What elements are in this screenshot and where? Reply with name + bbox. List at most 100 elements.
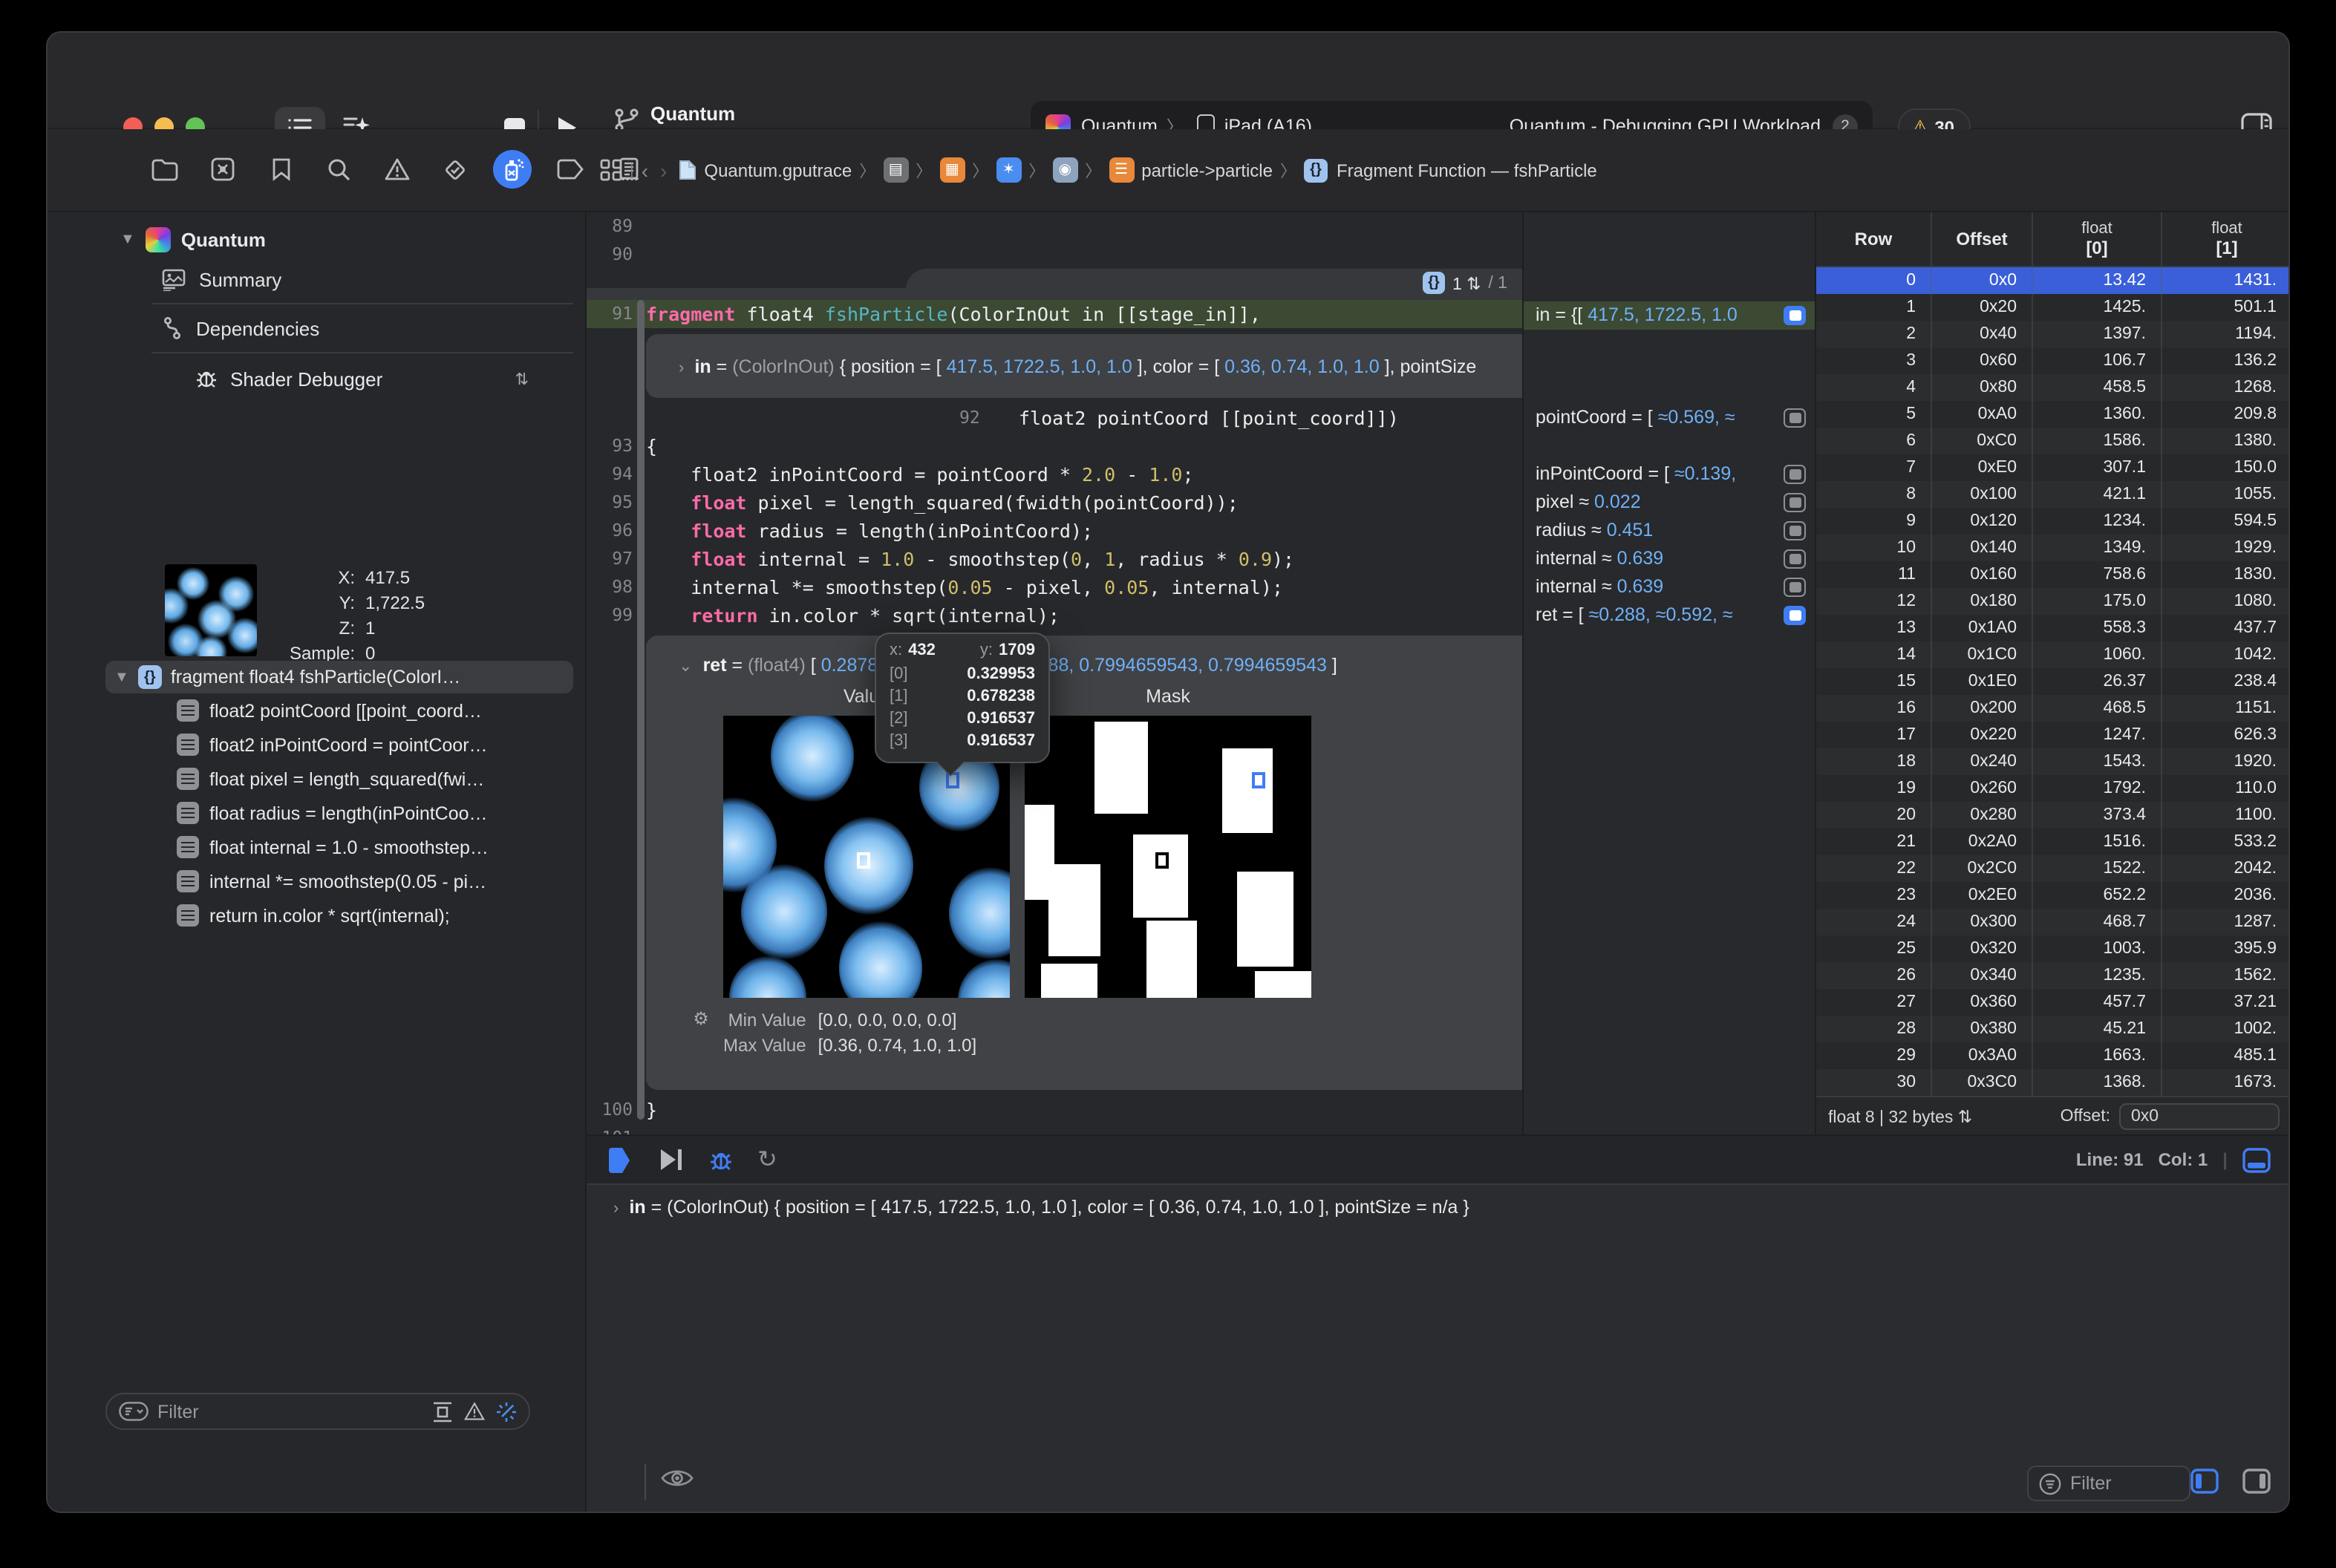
buffer-table-row[interactable]: 80x100421.11055. (1816, 481, 2290, 508)
buffer-table-row[interactable]: 270x360457.737.21 (1816, 989, 2290, 1016)
buffer-table-row[interactable]: 250x3201003.395.9 (1816, 935, 2290, 962)
debug-console[interactable]: › in = (ColorInOut) { position = [ 417.5… (587, 1185, 2290, 1513)
buffer-table-row[interactable]: 200x280373.41100. (1816, 802, 2290, 829)
buffer-table-row[interactable]: 70xE0307.1150.0 (1816, 454, 2290, 481)
tab-tags[interactable] (551, 150, 590, 189)
tree-item-function[interactable]: ▼ {} fragment float4 fshParticle(ColorI… (105, 661, 573, 693)
mask-preview-image[interactable] (1025, 716, 1311, 998)
code-line[interactable]: 97 float internal = 1.0 - smoothstep(0, … (587, 545, 1522, 573)
code-line[interactable]: 90 (587, 241, 1522, 269)
buffer-table-row[interactable]: 100x1401349.1929. (1816, 535, 2290, 561)
code-line[interactable]: 93{ (587, 432, 1522, 460)
line-number[interactable]: 92 (587, 404, 633, 432)
variable-row[interactable]: inPointCoord = [ ≈0.139, (1524, 460, 1815, 489)
column-header-float1[interactable]: float[1] (2162, 212, 2290, 266)
code-line[interactable]: 89 (587, 212, 1522, 241)
line-number[interactable]: 100 (587, 1096, 633, 1124)
tab-find[interactable] (319, 150, 358, 189)
buffer-table-row[interactable]: 130x1A0558.3437.7 (1816, 615, 2290, 641)
related-items-icon[interactable] (600, 159, 622, 181)
breadcrumb-file[interactable]: Quantum.gputrace (704, 160, 852, 180)
breakpoints-toggle-button[interactable] (607, 1147, 631, 1172)
variable-row[interactable]: radius ≈ 0.451 (1524, 517, 1815, 545)
line-number[interactable]: 89 (587, 212, 633, 241)
disclosure-chevron-icon[interactable]: ▼ (120, 232, 135, 248)
breadcrumb-function[interactable]: Fragment Function — fshParticle (1337, 160, 1597, 180)
variable-preview-toggle-icon[interactable] (1784, 521, 1806, 540)
mask-pixel-marker-selected[interactable] (1252, 772, 1265, 788)
variable-row[interactable]: pixel ≈ 0.022 (1524, 489, 1815, 517)
line-number[interactable]: 97 (587, 545, 633, 573)
buffer-table-row[interactable]: 180x2401543.1920. (1816, 748, 2290, 775)
buffer-table-row[interactable]: 300x3C01368.1673. (1816, 1069, 2290, 1096)
command-buffer-icon[interactable]: ✶ (996, 157, 1021, 183)
tree-item-statement[interactable]: return in.color * sqrt(internal); (48, 898, 585, 932)
buffer-table-row[interactable]: 10x201425.501.1 (1816, 294, 2290, 321)
forward-button[interactable]: › (660, 158, 667, 182)
variable-row[interactable]: internal ≈ 0.639 (1524, 573, 1815, 601)
line-number[interactable]: 94 (587, 460, 633, 489)
buffer-table-row[interactable]: 20x401397.1194. (1816, 321, 2290, 347)
sidebar-item-summary[interactable]: Summary (48, 258, 585, 301)
console-filter-field[interactable]: Filter (2027, 1466, 2190, 1501)
tree-item-statement[interactable]: float pixel = length_squared(fwi… (48, 762, 585, 796)
encoder-group-icon[interactable]: ◉ (1052, 157, 1077, 183)
code-line[interactable]: 98 internal *= smoothstep(0.05 - pixel, … (587, 573, 1522, 601)
iteration-current[interactable]: 1 ⇅ (1452, 272, 1481, 293)
tab-tests[interactable] (435, 150, 474, 189)
sidebar-item-dependencies[interactable]: Dependencies (48, 306, 585, 350)
line-number[interactable]: 90 (587, 241, 633, 269)
variable-preview-toggle-icon[interactable] (1784, 306, 1806, 325)
line-number[interactable]: 98 (587, 573, 633, 601)
debug-thumbnail[interactable] (165, 564, 257, 656)
tree-item-statement[interactable]: float internal = 1.0 - smoothstep… (48, 830, 585, 864)
code-line[interactable]: 92float2 pointCoord [[point_coord]]) (587, 404, 1522, 432)
breadcrumb-encoder[interactable]: particle->particle (1141, 160, 1273, 180)
variable-row[interactable]: ret = [ ≈0.288, ≈0.592, ≈ (1524, 601, 1815, 630)
return-value-row[interactable]: ⌄ ret = (float4) [ 0.2878077435, 0.59160… (679, 650, 1522, 680)
shader-debugger-selector[interactable]: Shader Debugger ⇅ (48, 355, 585, 399)
inline-variable-in[interactable]: › in = (ColorInOut) { position = [ 417.5… (646, 334, 1522, 398)
tab-gpu-navigator[interactable] (203, 150, 242, 189)
navigator-filter-field[interactable]: Filter (105, 1393, 530, 1430)
code-line[interactable]: 95 float pixel = length_squared(fwidth(p… (587, 489, 1522, 517)
buffer-table-row[interactable]: 280x38045.211002. (1816, 1016, 2290, 1042)
variable-row[interactable]: internal ≈ 0.639 (1524, 545, 1815, 573)
variable-row[interactable]: in = {[ 417.5, 1722.5, 1.0 (1524, 301, 1815, 330)
code-line[interactable]: 101 (587, 1124, 1522, 1134)
line-number[interactable]: 99 (587, 601, 633, 630)
tab-issues[interactable] (377, 150, 416, 189)
source-editor[interactable]: 8990 {} 1 ⇅ / 1 91fragment float4 fshPar… (587, 212, 1522, 1134)
line-number[interactable]: 95 (587, 489, 633, 517)
warning-filter-icon[interactable] (463, 1402, 486, 1421)
buffer-offset-input[interactable]: 0x0 (2119, 1102, 2280, 1129)
buffer-table-row[interactable]: 00x013.421431. (1816, 267, 2290, 294)
line-number[interactable]: 91 (587, 300, 633, 328)
buffer-table-row[interactable]: 140x1C01060.1042. (1816, 641, 2290, 668)
column-header-float0[interactable]: float[0] (2033, 212, 2162, 266)
back-button[interactable]: ‹ (642, 158, 648, 182)
line-number[interactable]: 101 (587, 1124, 633, 1134)
mask-pixel-marker[interactable] (1155, 852, 1169, 869)
chevron-up-down-icon[interactable]: ⇅ (515, 369, 529, 388)
tab-project-navigator[interactable] (146, 150, 184, 189)
sidebar-project-row[interactable]: ▼ Quantum (48, 212, 585, 258)
draw-call-icon[interactable]: ☰ (1109, 157, 1134, 183)
buffer-table-row[interactable]: 240x300468.71287. (1816, 909, 2290, 935)
debug-shader-button[interactable] (708, 1147, 734, 1172)
continue-button[interactable] (658, 1148, 685, 1172)
tree-item-statement[interactable]: float2 inPointCoord = pointCoor… (48, 728, 585, 762)
line-number[interactable]: 96 (587, 517, 633, 545)
code-line[interactable]: 100} (587, 1096, 1522, 1124)
buffer-table-row[interactable]: 190x2601792.110.0 (1816, 775, 2290, 802)
buffer-table-row[interactable]: 120x180175.01080. (1816, 588, 2290, 615)
code-line[interactable]: 96 float radius = length(inPointCoord); (587, 517, 1522, 545)
buffer-table-row[interactable]: 50xA01360.209.8 (1816, 401, 2290, 428)
disclosure-chevron-icon[interactable]: ▼ (114, 669, 129, 685)
value-pixel-marker[interactable] (857, 852, 870, 869)
buffer-table-row[interactable]: 160x200468.51151. (1816, 695, 2290, 722)
buffer-table-row[interactable]: 150x1E026.37238.4 (1816, 668, 2290, 695)
buffer-table-row[interactable]: 90x1201234.594.5 (1816, 508, 2290, 535)
buffer-table-row[interactable]: 170x2201247.626.3 (1816, 722, 2290, 748)
tree-item-statement[interactable]: float2 pointCoord [[point_coord… (48, 693, 585, 728)
